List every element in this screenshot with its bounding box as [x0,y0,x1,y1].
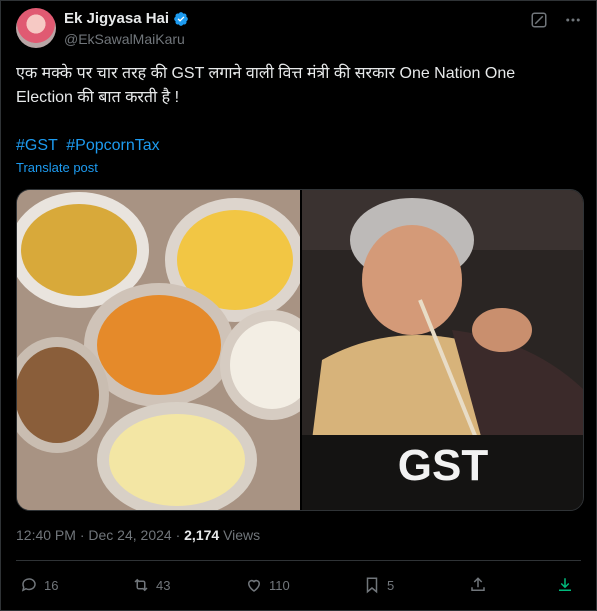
download-icon [559,578,571,591]
hashtag-gst[interactable]: #GST [16,137,58,154]
hashtag-popcorntax[interactable]: #PopcornTax [66,137,159,154]
post-date[interactable]: Dec 24, 2024 [88,527,171,543]
verified-badge-icon [174,11,188,26]
repost-icon [134,578,148,592]
meta-separator: · [79,527,85,543]
views-count: 2,174 [184,527,220,543]
more-icon[interactable] [563,10,583,30]
download-button[interactable] [556,570,574,600]
popcorn-image[interactable] [17,190,300,510]
hashtags: #GST #PopcornTax [16,134,164,158]
top-actions [529,10,583,30]
media-grid[interactable]: GST [16,189,584,511]
author-display-name[interactable]: Ek Jigyasa Hai [64,10,169,27]
author-handle[interactable]: @EkSawalMaiKaru [64,31,185,47]
author-name-row: Ek Jigyasa Hai [64,10,189,27]
reply-button[interactable]: 16 [20,570,58,600]
translate-post-link[interactable]: Translate post [16,160,98,175]
bookmark-button[interactable]: 5 [363,570,394,600]
meta-separator-2: · [175,527,181,543]
post-time[interactable]: 12:40 PM [16,527,76,543]
post-meta: 12:40 PM · Dec 24, 2024 · 2,174 Views [16,527,260,543]
views-label: Views [223,527,261,543]
share-icon [471,577,485,591]
gst-meme-image[interactable]: GST [299,190,583,510]
like-button[interactable]: 110 [245,570,290,600]
like-count: 110 [269,577,290,593]
gst-powder-text: GST [397,441,488,490]
post-text: एक मक्के पर चार तरह की GST लगाने वाली वि… [16,65,516,106]
reply-count: 16 [44,577,59,593]
popcorn-illustration [17,190,300,510]
reply-icon [21,578,36,592]
repost-button[interactable]: 43 [132,570,170,600]
repost-count: 43 [156,577,171,593]
action-bar: 16 43 110 5 [16,570,582,600]
gst-meme-illustration: GST [301,190,583,510]
share-button[interactable] [469,570,487,600]
bookmark-count: 5 [387,577,395,593]
bookmark-icon [366,577,378,594]
avatar[interactable] [16,8,56,48]
like-icon [247,579,261,592]
grok-icon[interactable] [529,10,549,30]
action-divider [16,560,581,561]
